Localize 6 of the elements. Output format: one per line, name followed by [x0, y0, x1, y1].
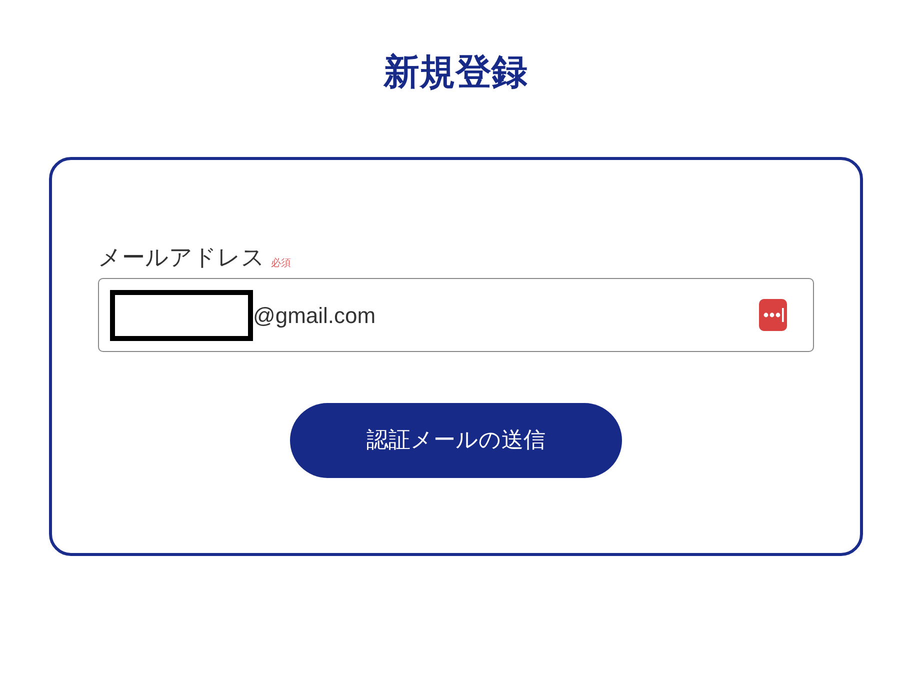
email-field[interactable]: @gmail.com — [98, 278, 814, 352]
send-verification-button[interactable]: 認証メールの送信 — [290, 403, 622, 478]
password-manager-icon[interactable] — [759, 299, 787, 331]
required-label: 必須 — [271, 257, 291, 271]
field-label: メールアドレス — [98, 244, 265, 272]
page-title: 新規登録 — [384, 51, 528, 95]
